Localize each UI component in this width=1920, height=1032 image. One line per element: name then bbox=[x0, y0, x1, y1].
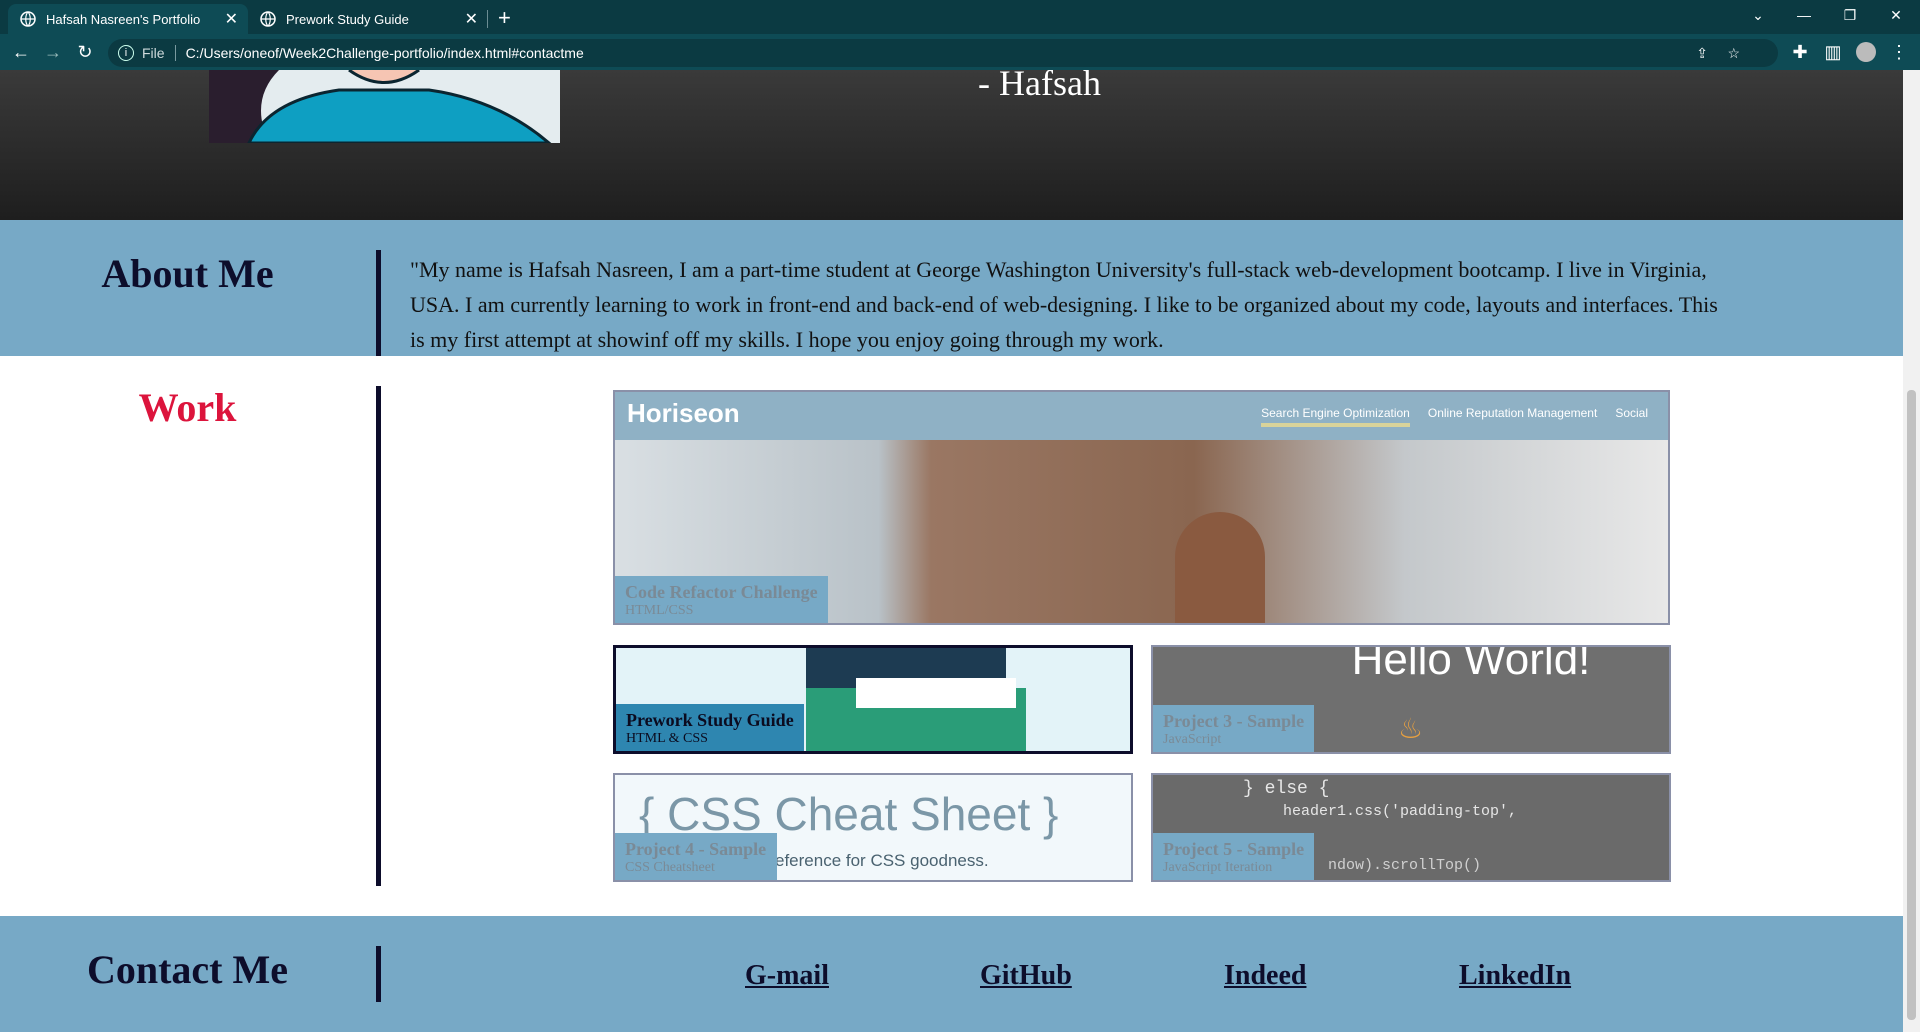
restore-icon[interactable]: ❐ bbox=[1827, 0, 1873, 30]
scheme-label: File bbox=[142, 45, 165, 61]
thumbnail-nav-item: Search Engine Optimization bbox=[1261, 406, 1410, 427]
thumbnail-code-line: ndow).scrollTop() bbox=[1328, 857, 1482, 874]
new-tab-icon[interactable]: + bbox=[498, 5, 511, 31]
thumbnail-logo: Horiseon bbox=[627, 398, 740, 428]
thumbnail-caption: eference for CSS goodness. bbox=[775, 851, 989, 870]
thumbnail-nav-item: Online Reputation Management bbox=[1427, 406, 1598, 420]
contact-link-linkedin[interactable]: LinkedIn bbox=[1459, 960, 1571, 992]
close-icon[interactable]: ✕ bbox=[465, 9, 478, 29]
work-section: Work Horiseon Search Engine Optimization… bbox=[0, 356, 1903, 916]
project-card-project-4[interactable]: { CSS Cheat Sheet } eference for CSS goo… bbox=[613, 773, 1133, 882]
tab-portfolio[interactable]: Hafsah Nasreen's Portfolio ✕ bbox=[8, 4, 248, 34]
project-card-code-refactor[interactable]: Horiseon Search Engine Optimization Onli… bbox=[613, 390, 1670, 625]
project-subtitle: CSS Cheatsheet bbox=[625, 860, 715, 875]
project-card-prework[interactable]: Prework Study Guide HTML & CSS bbox=[613, 645, 1133, 754]
avatar[interactable] bbox=[1855, 41, 1877, 63]
globe-icon bbox=[260, 11, 276, 27]
profile-illustration bbox=[209, 70, 560, 143]
extensions-icon[interactable]: ✚ bbox=[1789, 41, 1811, 63]
thumbnail-code-line: header1.css('padding-top', bbox=[1283, 803, 1518, 820]
project-title: Prework Study Guide bbox=[626, 710, 794, 730]
thumbnail-code-line: } else { bbox=[1243, 779, 1330, 799]
project-title: Code Refactor Challenge bbox=[625, 582, 818, 602]
page-scrollbar[interactable] bbox=[1903, 70, 1920, 1032]
share-icon[interactable]: ⇪ bbox=[1696, 45, 1708, 62]
tab-title: Hafsah Nasreen's Portfolio bbox=[46, 11, 201, 27]
hero-signature: - Hafsah bbox=[978, 70, 1101, 103]
window-close-icon[interactable]: ✕ bbox=[1873, 0, 1919, 30]
section-divider bbox=[376, 946, 381, 1002]
back-icon[interactable]: ← bbox=[10, 41, 32, 63]
work-title: Work bbox=[138, 385, 237, 430]
project-card-project-5[interactable]: } else { header1.css('padding-top', ndow… bbox=[1151, 773, 1671, 882]
contact-link-github[interactable]: GitHub bbox=[980, 960, 1072, 992]
project-title: Project 4 - Sample bbox=[625, 839, 767, 859]
browser-toolbar: ← → ↻ i File C:/Users/oneof/Week2Challen… bbox=[0, 34, 1920, 70]
menu-icon[interactable]: ⋮ bbox=[1888, 41, 1910, 63]
thumbnail-book-pages bbox=[856, 678, 1016, 708]
tab-prework[interactable]: Prework Study Guide ✕ bbox=[248, 4, 488, 34]
project-label: Code Refactor Challenge HTML/CSS bbox=[615, 576, 828, 623]
scrollbar-thumb[interactable] bbox=[1907, 390, 1916, 1020]
project-title: Project 3 - Sample bbox=[1163, 711, 1305, 731]
about-text: "My name is Hafsah Nasreen, I am a part-… bbox=[410, 257, 1718, 352]
omnibox-separator bbox=[174, 45, 176, 61]
thumbnail-text: Hello World! bbox=[1351, 645, 1591, 684]
about-title: About Me bbox=[101, 251, 274, 296]
hero-section: - Hafsah bbox=[0, 70, 1903, 220]
contact-section: Contact Me G-mail GitHub Indeed LinkedIn bbox=[0, 916, 1903, 1032]
info-icon[interactable]: i bbox=[118, 45, 134, 61]
project-title: Project 5 - Sample bbox=[1163, 839, 1305, 859]
thumbnail-nav: Search Engine Optimization Online Reputa… bbox=[1261, 406, 1648, 427]
project-label: Project 3 - Sample JavaScript bbox=[1153, 705, 1315, 752]
java-icon: ♨ bbox=[1398, 714, 1424, 745]
project-card-project-3[interactable]: Hello World! ♨ Project 3 - Sample JavaSc… bbox=[1151, 645, 1671, 754]
thumbnail-nav-item: Social bbox=[1615, 406, 1648, 420]
contact-link-indeed[interactable]: Indeed bbox=[1224, 960, 1306, 992]
forward-icon[interactable]: → bbox=[42, 41, 64, 63]
project-subtitle: JavaScript Iteration bbox=[1163, 860, 1273, 875]
side-panel-icon[interactable]: ▥ bbox=[1822, 41, 1844, 63]
address-bar[interactable]: i File C:/Users/oneof/Week2Challenge-por… bbox=[108, 39, 1778, 67]
project-label: Project 5 - Sample JavaScript Iteration bbox=[1153, 833, 1315, 880]
project-subtitle: JavaScript bbox=[1163, 732, 1222, 747]
page-viewport: - Hafsah About Me "My name is Hafsah Nas… bbox=[0, 70, 1903, 1032]
url-text[interactable]: C:/Users/oneof/Week2Challenge-portfolio/… bbox=[186, 45, 584, 61]
about-section: About Me "My name is Hafsah Nasreen, I a… bbox=[0, 220, 1903, 356]
project-subtitle: HTML/CSS bbox=[625, 603, 694, 618]
tab-search-icon[interactable]: ⌄ bbox=[1735, 0, 1781, 30]
project-subtitle: HTML & CSS bbox=[626, 731, 708, 746]
minimize-icon[interactable]: — bbox=[1781, 0, 1827, 30]
project-label: Project 4 - Sample CSS Cheatsheet bbox=[615, 833, 777, 880]
project-label: Prework Study Guide HTML & CSS bbox=[616, 704, 804, 751]
close-icon[interactable]: ✕ bbox=[225, 9, 238, 29]
tab-title: Prework Study Guide bbox=[286, 11, 409, 27]
section-divider bbox=[376, 250, 381, 356]
tab-strip: Hafsah Nasreen's Portfolio ✕ Prework Stu… bbox=[0, 0, 1920, 34]
globe-icon bbox=[20, 11, 36, 27]
reload-icon[interactable]: ↻ bbox=[74, 41, 96, 63]
contact-link-gmail[interactable]: G-mail bbox=[745, 960, 829, 992]
section-divider bbox=[376, 386, 381, 886]
tab-separator bbox=[487, 10, 488, 28]
thumbnail-person bbox=[1175, 512, 1265, 623]
contact-title: Contact Me bbox=[86, 947, 289, 992]
bookmark-star-icon[interactable]: ☆ bbox=[1727, 45, 1740, 62]
